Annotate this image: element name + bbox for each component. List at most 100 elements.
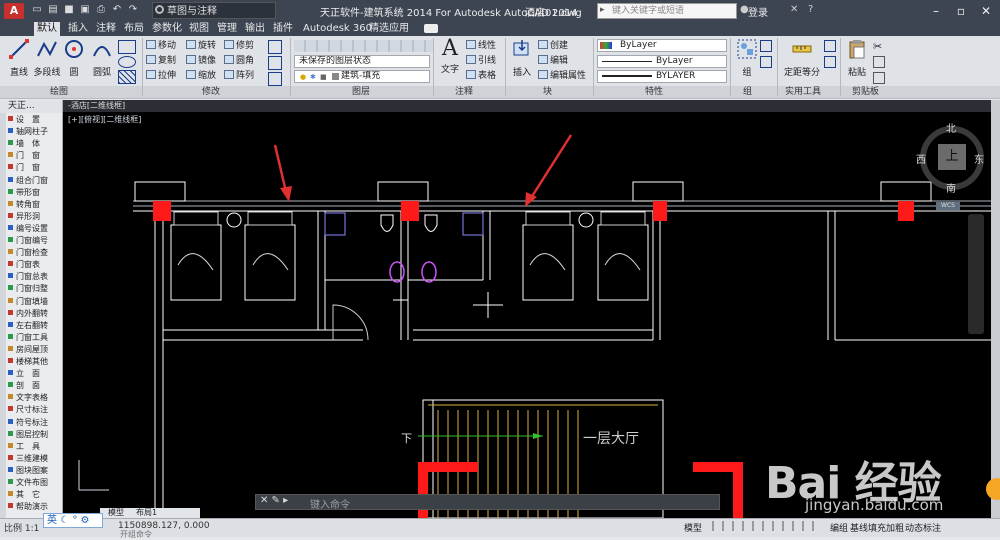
ime-toolbar[interactable]: 英 ☾ ° ⚙ [43,513,103,528]
copy-clip-icon[interactable] [873,56,885,68]
palette-item[interactable]: 楼梯其他 [8,357,62,366]
open-file-icon[interactable]: ▤ [46,3,60,17]
explode-icon[interactable] [268,56,282,70]
tab-plugins[interactable]: 插件 [270,22,296,36]
rectangle-icon[interactable] [118,40,136,54]
video-icon[interactable] [424,24,438,33]
array-button[interactable]: 阵列 [224,69,254,83]
palette-item[interactable]: 轴网柱子 [8,127,62,136]
palette-item[interactable]: 文件布图 [8,478,62,487]
palette-item[interactable]: 门窗工具 [8,333,62,342]
palette-item[interactable]: 组合门窗 [8,176,62,185]
offset-icon[interactable] [268,72,282,86]
tab-layout[interactable]: 布局 [121,22,147,36]
new-file-icon[interactable]: ▭ [30,3,44,17]
scale-readout[interactable]: 比例 1:1 [4,521,39,534]
palette-item[interactable]: 三维建模 [8,454,62,463]
compass-north[interactable]: 北 [946,120,956,135]
save-icon[interactable]: ■ [62,3,76,17]
palette-grip[interactable] [0,113,6,518]
maximize-button[interactable]: ▫ [950,2,972,20]
color-dropdown[interactable]: ByLayer [597,39,727,52]
viewcube-top[interactable]: 上 [938,144,966,170]
measure-button[interactable]: 定距等分 [782,38,822,78]
hatch-icon[interactable] [118,70,136,84]
group-edit-icon[interactable] [760,56,772,68]
status-fill-button[interactable]: 填充 [868,521,886,534]
insert-block-button[interactable]: 插入 [508,38,536,78]
fillet-button[interactable]: 圆角 [224,54,254,68]
tab-default[interactable]: 默认 [34,22,60,36]
status-bold-button[interactable]: 加粗 [886,521,904,534]
palette-item[interactable]: 内外翻转 [8,309,62,318]
tab-autodesk360[interactable]: Autodesk 360 [300,22,375,36]
erase-icon[interactable] [268,40,282,54]
tab-model[interactable]: 模型 [108,508,124,518]
polyline-button[interactable]: 多段线 [33,38,61,78]
palette-item[interactable]: 门 窗 [8,151,62,160]
cut-icon[interactable]: ✂ [873,40,882,53]
group-button[interactable]: 组 [733,38,761,78]
ungroup-icon[interactable] [760,40,772,52]
tab-layout1[interactable]: 布局1 [136,508,157,518]
move-button[interactable]: 移动 [146,39,176,53]
palette-item[interactable]: 图块图案 [8,466,62,475]
saveas-icon[interactable]: ▣ [78,3,92,17]
linear-dim-button[interactable]: 线性 [466,39,496,53]
copy-button[interactable]: 复制 [146,54,176,68]
mirror-button[interactable]: 镜像 [186,54,216,68]
palette-item[interactable]: 门 窗 [8,163,62,172]
tab-parametric[interactable]: 参数化 [149,22,185,36]
tab-manage[interactable]: 管理 [214,22,240,36]
text-button[interactable]: A 文字 [436,38,464,76]
id-point-icon[interactable] [824,56,836,68]
palette-item[interactable]: 房间屋顶 [8,345,62,354]
palette-item[interactable]: 立 面 [8,369,62,378]
compass-south[interactable]: 南 [946,180,956,195]
tab-annotate[interactable]: 注释 [93,22,119,36]
status-baseline-button[interactable]: 基线 [850,521,868,534]
palette-item[interactable]: 转角窗 [8,200,62,209]
palette-item[interactable]: 图层控制 [8,430,62,439]
viewport-controls[interactable]: [+][俯视][二维线框] [68,114,141,125]
palette-item[interactable]: 带形窗 [8,188,62,197]
palette-item[interactable]: 尺寸标注 [8,405,62,414]
compass-west[interactable]: 西 [916,151,926,166]
palette-item[interactable]: 门窗总表 [8,272,62,281]
paste-button[interactable]: 粘贴 [843,38,871,78]
create-block-button[interactable]: 创建 [538,39,568,53]
palette-item[interactable]: 门窗填墙 [8,297,62,306]
palette-item[interactable]: 编号设置 [8,224,62,233]
palette-item[interactable]: 剖 面 [8,381,62,390]
scale-button[interactable]: 缩放 [186,69,216,83]
palette-item[interactable]: 其 它 [8,490,62,499]
edit-attributes-button[interactable]: 编辑属性 [538,69,586,83]
palette-item[interactable]: 门窗编号 [8,236,62,245]
quick-calc-icon[interactable] [824,40,836,52]
tab-featured-apps[interactable]: 精选应用 [366,22,412,36]
search-input[interactable]: 键入关键字或短语 [597,3,737,19]
workspace-dropdown[interactable]: 草图与注释 [152,2,276,19]
tab-view[interactable]: 视图 [186,22,212,36]
trim-button[interactable]: 修剪 [224,39,254,53]
circle-button[interactable]: 圆 [60,38,88,78]
ellipse-icon[interactable] [118,56,136,68]
exchange-icon[interactable]: ✕ [790,4,798,15]
leader-button[interactable]: 引线 [466,54,496,68]
palette-item[interactable]: 文字表格 [8,393,62,402]
rotate-button[interactable]: 旋转 [186,39,216,53]
status-model-button[interactable]: 模型 [684,521,702,534]
wcs-menu[interactable]: WCS [936,202,960,210]
compass-east[interactable]: 东 [974,151,984,166]
redo-icon[interactable]: ↷ [126,3,140,17]
edit-block-button[interactable]: 编辑 [538,54,568,68]
help-icon[interactable]: ? [808,4,813,15]
command-input[interactable]: 键入命令 [310,496,350,511]
layer-tools-row[interactable] [294,40,434,52]
tab-output[interactable]: 输出 [242,22,268,36]
palette-item[interactable]: 符号标注 [8,418,62,427]
login-button[interactable]: 登录 [748,4,768,19]
close-button[interactable]: ✕ [975,2,997,20]
status-group-button[interactable]: 编组 [830,521,848,534]
minimize-button[interactable]: – [925,2,947,20]
